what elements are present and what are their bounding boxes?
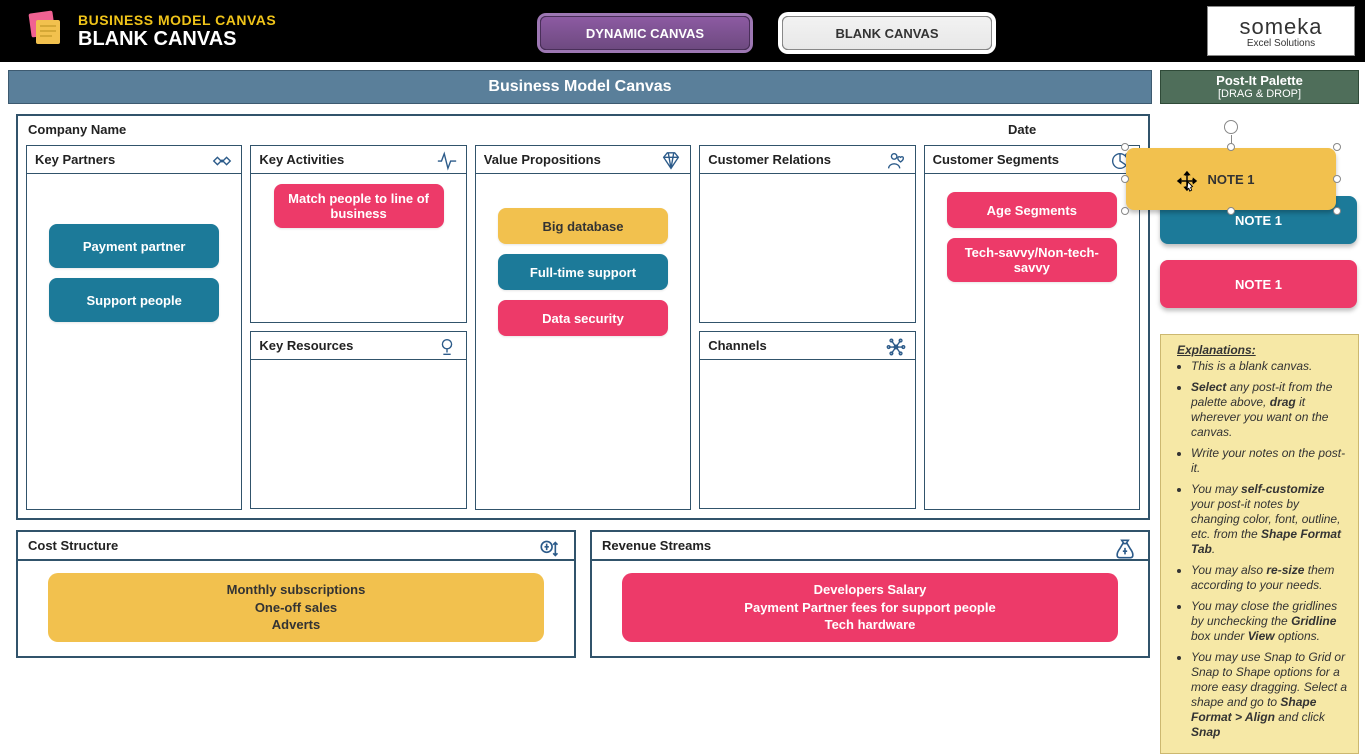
palette-title-text: Post-It Palette — [1216, 74, 1303, 88]
brand-name: someka — [1239, 14, 1322, 40]
postit[interactable]: Full-time support — [498, 254, 668, 290]
rotate-handle-icon[interactable] — [1224, 120, 1238, 134]
floating-postit-label: NOTE 1 — [1208, 172, 1255, 187]
palette-subtitle: [DRAG & DROP] — [1218, 88, 1301, 100]
instructions-item: You may also re-size them according to y… — [1191, 563, 1348, 593]
palette-note-pink[interactable]: NOTE 1 — [1160, 260, 1357, 308]
resize-handle[interactable] — [1121, 175, 1129, 183]
canvas-title-bar: Business Model Canvas — [8, 70, 1152, 104]
postit[interactable]: Support people — [49, 278, 219, 322]
postit[interactable]: Big database — [498, 208, 668, 244]
money-out-icon — [538, 536, 564, 562]
section-label: Value Propositions — [484, 152, 601, 167]
instructions-item: You may self-customize your post-it note… — [1191, 482, 1348, 557]
money-bag-icon — [1112, 536, 1138, 562]
section-label: Channels — [708, 338, 767, 353]
section-key-resources[interactable]: Key Resources — [250, 331, 466, 509]
palette-title: Post-It Palette [DRAG & DROP] — [1160, 70, 1359, 104]
canvas-outer: Company Name Date Key Partners Payment p… — [16, 114, 1150, 520]
section-customer-segments[interactable]: Customer Segments Age Segments Tech-savv… — [924, 145, 1140, 510]
company-name-label: Company Name — [28, 122, 1008, 137]
sticky-notes-icon — [22, 8, 66, 52]
postit-line: Monthly subscriptions — [58, 581, 534, 599]
tab-dynamic-canvas[interactable]: DYNAMIC CANVAS — [540, 16, 750, 50]
instructions-item: You may close the gridlines by uncheckin… — [1191, 599, 1348, 644]
brand-badge: someka Excel Solutions — [1207, 6, 1355, 56]
section-label: Key Activities — [259, 152, 344, 167]
postit[interactable]: Payment partner — [49, 224, 219, 268]
instructions-item: This is a blank canvas. — [1191, 359, 1348, 374]
postit-line: One-off sales — [58, 599, 534, 617]
instructions-header: Explanations: — [1177, 343, 1348, 357]
date-label: Date — [1008, 122, 1138, 137]
instructions-panel: Explanations: This is a blank canvas. Sel… — [1160, 334, 1359, 754]
resize-handle[interactable] — [1333, 143, 1341, 151]
app-subtitle: BLANK CANVAS — [78, 28, 276, 51]
instructions-item: Write your notes on the post-it. — [1191, 446, 1348, 476]
section-cost-structure[interactable]: Cost Structure Monthly subscriptions One… — [16, 530, 576, 658]
move-cursor-icon — [1176, 170, 1198, 192]
app-title: BUSINESS MODEL CANVAS — [78, 12, 276, 28]
resize-handle[interactable] — [1227, 143, 1235, 151]
resize-handle[interactable] — [1333, 175, 1341, 183]
activity-icon — [436, 150, 458, 172]
section-key-partners[interactable]: Key Partners Payment partner Support peo… — [26, 145, 242, 510]
network-icon — [885, 336, 907, 358]
postit-line: Tech hardware — [632, 616, 1108, 634]
postit[interactable]: Age Segments — [947, 192, 1117, 228]
section-label: Customer Relations — [708, 152, 831, 167]
handshake-icon — [211, 150, 233, 172]
postit[interactable]: Data security — [498, 300, 668, 336]
section-customer-relations[interactable]: Customer Relations — [699, 145, 915, 323]
instructions-item: You may use Snap to Grid or Snap to Shap… — [1191, 650, 1348, 740]
tab-blank-canvas[interactable]: BLANK CANVAS — [782, 16, 992, 50]
section-value-propositions[interactable]: Value Propositions Big database Full-tim… — [475, 145, 691, 510]
resize-handle[interactable] — [1227, 207, 1235, 215]
resize-handle[interactable] — [1121, 207, 1129, 215]
postit-line: Payment Partner fees for support people — [632, 599, 1108, 617]
resize-handle[interactable] — [1333, 207, 1341, 215]
postit-line: Adverts — [58, 616, 534, 634]
postit-wide[interactable]: Developers Salary Payment Partner fees f… — [622, 573, 1118, 642]
instructions-list: This is a blank canvas. Select any post-i… — [1177, 359, 1348, 740]
section-key-activities[interactable]: Key Activities Match people to line of b… — [250, 145, 466, 323]
top-bar: BUSINESS MODEL CANVAS BLANK CANVAS DYNAM… — [0, 0, 1365, 62]
brand-sub: Excel Solutions — [1247, 38, 1315, 49]
section-revenue-streams[interactable]: Revenue Streams Developers Salary Paymen… — [590, 530, 1150, 658]
postit-wide[interactable]: Monthly subscriptions One-off sales Adve… — [48, 573, 544, 642]
postit[interactable]: Match people to line of business — [274, 184, 444, 228]
section-label: Revenue Streams — [602, 538, 711, 553]
person-heart-icon — [885, 150, 907, 172]
section-label: Cost Structure — [28, 538, 118, 553]
section-label: Key Resources — [259, 338, 353, 353]
globe-stand-icon — [436, 336, 458, 358]
section-label: Customer Segments — [933, 152, 1059, 167]
diamond-icon — [660, 150, 682, 172]
postit-line: Developers Salary — [632, 581, 1108, 599]
floating-postit-selected[interactable]: NOTE 1 — [1126, 148, 1336, 210]
instructions-item: Select any post-it from the palette abov… — [1191, 380, 1348, 440]
postit[interactable]: Tech-savvy/Non-tech-savvy — [947, 238, 1117, 282]
section-channels[interactable]: Channels — [699, 331, 915, 509]
resize-handle[interactable] — [1121, 143, 1129, 151]
section-label: Key Partners — [35, 152, 115, 167]
